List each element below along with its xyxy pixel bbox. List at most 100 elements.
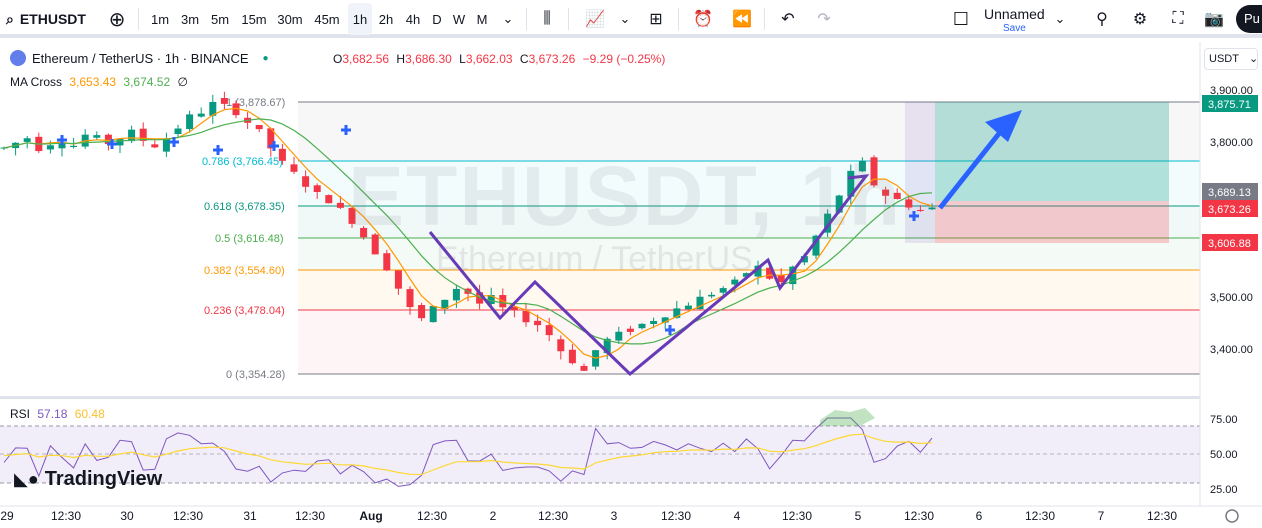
cross-marker <box>216 145 220 155</box>
time-axis-label: 30 <box>120 509 134 523</box>
candle-body <box>406 289 414 308</box>
cross-marker <box>172 137 176 147</box>
ethereum-logo-icon <box>10 50 26 66</box>
time-axis-label: 12:30 <box>1147 509 1177 523</box>
cross-marker <box>668 325 672 335</box>
price-tag-target: 3,875.71 <box>1208 99 1251 111</box>
candle-body <box>128 129 136 142</box>
candle-body <box>568 349 576 364</box>
fib-level-label: 0.236 (3,478.04) <box>204 305 285 317</box>
tradingview-logo[interactable]: ◣● TradingView <box>14 468 162 491</box>
time-axis-label: 4 <box>734 509 741 523</box>
candle-body <box>383 253 391 271</box>
time-axis-label: 12:30 <box>295 509 325 523</box>
candle-body <box>220 97 228 104</box>
cross-marker <box>272 141 276 151</box>
price-tag-entry: 3,689.13 <box>1208 187 1251 199</box>
time-axis-label: 12:30 <box>538 509 568 523</box>
fib-level-label: 0.5 (3,616.48) <box>215 233 284 245</box>
chevron-down-icon: ⌄ <box>1248 53 1259 65</box>
time-axis-label: 12:30 <box>782 509 812 523</box>
rsi-axis-label: 75.00 <box>1210 414 1238 426</box>
fib-level-label: 0 (3,354.28) <box>226 369 285 381</box>
ma-cross-legend[interactable]: MA Cross 3,653.43 3,674.52 ∅ <box>10 75 188 89</box>
cross-marker <box>344 125 348 135</box>
candle-body <box>255 125 263 130</box>
candle-body <box>708 294 716 297</box>
time-axis-label: 12:30 <box>51 509 81 523</box>
tv-logo-icon: ◣● <box>14 469 39 489</box>
price-axis-label: 3,800.00 <box>1210 137 1253 149</box>
candle-body <box>162 138 170 152</box>
rsi-overbought-fill <box>820 408 875 426</box>
fib-level-label: 0.618 (3,678.35) <box>204 201 285 213</box>
time-axis-label: 3 <box>611 509 618 523</box>
candle-body <box>116 138 124 146</box>
fib-level-label: 0.382 (3,554.60) <box>204 265 285 277</box>
time-axis-label: 12:30 <box>417 509 447 523</box>
price-axis-label: 3,500.00 <box>1210 292 1253 304</box>
candle-body <box>534 320 542 326</box>
time-axis-label: 12:30 <box>173 509 203 523</box>
time-axis-label: 31 <box>243 509 257 523</box>
candle-body <box>638 323 646 329</box>
settings-gear-icon[interactable] <box>1225 509 1239 523</box>
candle-body <box>615 331 623 341</box>
candle-body <box>418 305 426 319</box>
cross-marker <box>60 135 64 145</box>
rsi-legend[interactable]: RSI 57.18 60.48 <box>10 407 105 421</box>
fib-level-label: 0.786 (3,766.45) <box>202 156 283 168</box>
candle-body <box>684 305 692 310</box>
rsi-axis-label: 25.00 <box>1210 484 1238 496</box>
candle-body <box>905 199 913 208</box>
candle-body <box>580 365 588 371</box>
market-open-dot-icon: ● <box>262 52 269 64</box>
candle-body <box>394 270 402 289</box>
candle-body <box>197 113 205 117</box>
candle-body <box>522 310 530 323</box>
rsi-axis-label: 50.00 <box>1210 449 1238 461</box>
time-axis-label: 12:30 <box>904 509 934 523</box>
candle-body <box>928 207 936 210</box>
candle-body <box>278 148 286 161</box>
time-axis-label: 29 <box>0 509 14 523</box>
time-axis-label: 2 <box>490 509 497 523</box>
candle-body <box>302 176 310 187</box>
candle-body <box>429 306 437 323</box>
cross-marker <box>912 211 916 221</box>
candle-body <box>325 195 333 204</box>
legend-title: Ethereum / TetherUS · 1h · BINANCE <box>32 50 249 66</box>
currency-selector[interactable]: USDT ⌄ <box>1204 48 1258 70</box>
time-axis-label: 12:30 <box>1025 509 1055 523</box>
candle-body <box>650 320 658 324</box>
candle-body <box>186 114 194 130</box>
price-axis-label: 3,400.00 <box>1210 344 1253 356</box>
candle-body <box>313 185 321 192</box>
symbol-legend[interactable]: Ethereum / TetherUS · 1h · BINANCE ● <box>10 50 269 66</box>
candle-body <box>452 288 460 301</box>
candle-body <box>46 145 54 150</box>
watermark-symbol: ETHUSDT, 1h <box>348 149 903 243</box>
watermark-description: Ethereum / TetherUS <box>436 240 753 278</box>
ohlc-values: O3,682.56 H3,686.30 L3,662.03 C3,673.26 … <box>333 52 666 66</box>
cross-marker <box>110 139 114 149</box>
time-axis-label: 7 <box>1098 509 1105 523</box>
candle-body <box>545 325 553 336</box>
candle-body <box>916 209 924 211</box>
candle-body <box>626 328 634 332</box>
candle-body <box>23 138 31 142</box>
candle-body <box>719 288 727 293</box>
price-tag-stop: 3,606.88 <box>1208 238 1251 250</box>
candle-body <box>290 164 298 172</box>
time-axis-label: 5 <box>855 509 862 523</box>
candle-body <box>336 202 344 208</box>
candle-body <box>174 128 182 135</box>
price-tag-last: 3,673.26 <box>1208 204 1251 216</box>
candle-body <box>151 144 159 148</box>
candle-body <box>70 145 78 148</box>
candle-body <box>93 135 101 138</box>
time-axis-label: 12:30 <box>661 509 691 523</box>
time-axis-label: Aug <box>359 509 382 523</box>
candle-body <box>557 339 565 352</box>
time-axis-label: 6 <box>976 509 983 523</box>
